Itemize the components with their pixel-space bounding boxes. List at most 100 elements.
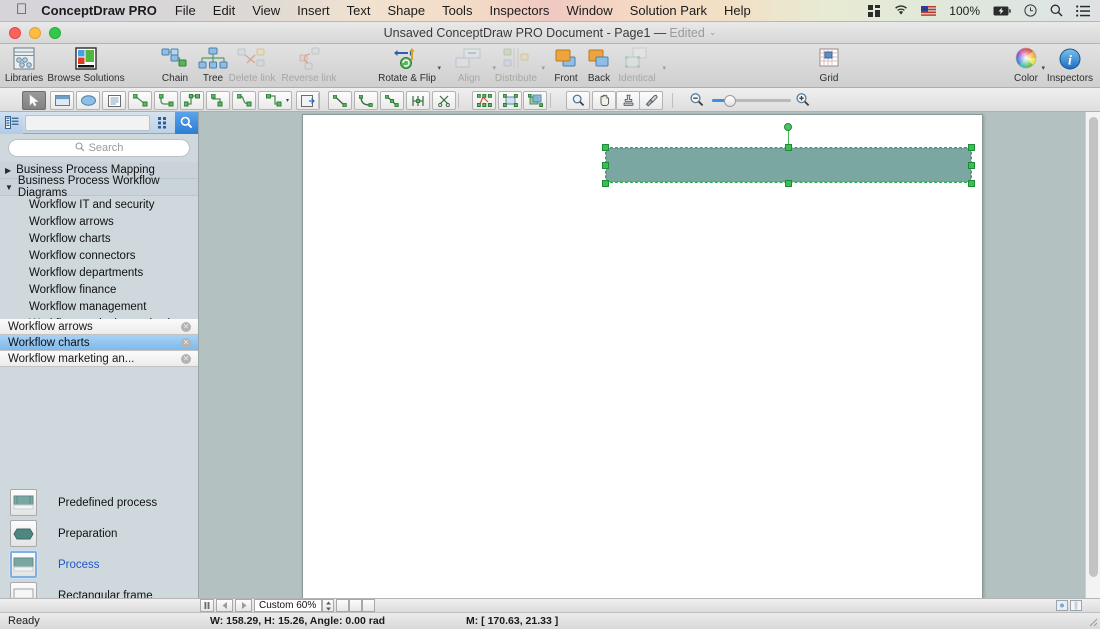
shape-item-predefined-process[interactable]: Predefined process xyxy=(0,487,198,518)
view-mode-1[interactable] xyxy=(336,599,349,612)
tree-leaf-workflow-charts[interactable]: Workflow charts xyxy=(0,230,198,247)
tree-leaf-workflow-connectors[interactable]: Workflow connectors xyxy=(0,247,198,264)
stamp-tool[interactable] xyxy=(616,91,640,110)
zoom-tool[interactable] xyxy=(566,91,590,110)
browse-solutions-button[interactable]: Browse Solutions xyxy=(43,46,129,84)
resize-handle-top-right[interactable] xyxy=(968,144,975,151)
group-tool[interactable] xyxy=(472,91,496,110)
notification-center-icon[interactable] xyxy=(1076,4,1090,17)
canvas-area[interactable] xyxy=(199,112,1100,598)
inspectors-button[interactable]: i Inspectors xyxy=(1040,46,1100,84)
menu-insert[interactable]: Insert xyxy=(297,3,330,18)
resize-handle-middle-left[interactable] xyxy=(602,162,609,169)
battery-icon[interactable] xyxy=(993,6,1011,16)
flag-icon[interactable] xyxy=(921,5,937,16)
menu-file[interactable]: File xyxy=(175,3,196,18)
bezier-tool[interactable] xyxy=(406,91,430,110)
union-tool[interactable] xyxy=(523,91,547,110)
polyline-tool[interactable] xyxy=(380,91,404,110)
apple-logo-icon[interactable]:  xyxy=(16,2,27,17)
zoom-button[interactable] xyxy=(49,27,61,39)
close-icon[interactable]: ✕ xyxy=(181,353,191,364)
document-page[interactable] xyxy=(302,114,983,598)
clock-icon[interactable] xyxy=(1024,4,1037,17)
resize-handle-middle-right[interactable] xyxy=(968,162,975,169)
smart-connector-chevron-icon[interactable]: ▾ xyxy=(286,97,289,104)
arc-tool[interactable] xyxy=(354,91,378,110)
menu-window[interactable]: Window xyxy=(566,3,612,18)
shape-item-process[interactable]: Process xyxy=(0,549,198,580)
close-icon[interactable]: ✕ xyxy=(181,321,191,332)
zoom-slider-track[interactable] xyxy=(712,94,791,107)
hand-tool[interactable] xyxy=(592,91,616,110)
rotate-flip-chevron-icon[interactable]: ▾ xyxy=(437,64,441,72)
zoom-slider-thumb[interactable] xyxy=(724,94,736,107)
resize-handle-top-left[interactable] xyxy=(602,144,609,151)
tree-leaf-workflow-arrows[interactable]: Workflow arrows xyxy=(0,213,198,230)
bottom-right-buttons[interactable] xyxy=(1056,599,1082,612)
ungroup-tool[interactable] xyxy=(498,91,522,110)
elbow-connector-tool[interactable] xyxy=(154,91,178,110)
search-button-icon[interactable] xyxy=(175,112,198,134)
zoom-in-icon[interactable] xyxy=(795,92,811,113)
ellipse-tool[interactable] xyxy=(76,91,100,110)
chevron-down-icon[interactable]: ⌄ xyxy=(709,27,717,38)
list-view-icon[interactable] xyxy=(0,112,23,134)
chevron-right-icon[interactable]: ▶ xyxy=(5,166,11,175)
canvas-vertical-scroll-thumb[interactable] xyxy=(1089,117,1098,577)
resize-handle-bottom-right[interactable] xyxy=(968,180,975,187)
resize-handle-top-center[interactable] xyxy=(785,144,792,151)
menu-solution-park[interactable]: Solution Park xyxy=(630,3,707,18)
rotate-flip-button[interactable]: Rotate & Flip ▾ xyxy=(371,46,443,84)
sidebar-path-field[interactable] xyxy=(25,114,150,131)
menu-help[interactable]: Help xyxy=(724,3,751,18)
library-tab-workflow-marketing[interactable]: Workflow marketing an... ✕ xyxy=(0,351,198,367)
grid-view-icon[interactable] xyxy=(152,112,175,134)
grid-menu-icon[interactable] xyxy=(868,4,881,17)
zoom-out-icon[interactable] xyxy=(689,92,705,113)
close-button[interactable] xyxy=(9,27,21,39)
resize-handle-bottom-center[interactable] xyxy=(785,180,792,187)
menu-shape[interactable]: Shape xyxy=(388,3,426,18)
close-icon[interactable]: ✕ xyxy=(181,337,191,348)
pause-button[interactable] xyxy=(200,599,214,612)
view-mode-3[interactable] xyxy=(362,599,375,612)
library-tab-workflow-charts[interactable]: Workflow charts ✕ xyxy=(0,335,198,351)
tree-leaf-workflow-departments[interactable]: Workflow departments xyxy=(0,264,198,281)
menu-app-name[interactable]: ConceptDraw PRO xyxy=(41,3,157,18)
next-page-button[interactable] xyxy=(235,599,252,612)
tree-connector-tool[interactable] xyxy=(180,91,204,110)
rotation-handle[interactable] xyxy=(784,123,792,131)
resize-grip-icon[interactable] xyxy=(1086,615,1098,627)
arc-connector-tool[interactable] xyxy=(232,91,256,110)
menu-tools[interactable]: Tools xyxy=(442,3,472,18)
pointer-tool[interactable] xyxy=(22,91,46,110)
chevron-down-icon[interactable]: ▼ xyxy=(5,183,13,192)
prev-page-button[interactable] xyxy=(216,599,233,612)
tree-leaf-workflow-finance[interactable]: Workflow finance xyxy=(0,281,198,298)
menu-edit[interactable]: Edit xyxy=(213,3,235,18)
curve-connector-tool[interactable] xyxy=(206,91,230,110)
smart-connector-tool[interactable]: ▾ xyxy=(258,91,292,110)
menu-view[interactable]: View xyxy=(252,3,280,18)
eyedropper-tool[interactable] xyxy=(639,91,663,110)
menu-text[interactable]: Text xyxy=(347,3,371,18)
tree-group-business-process-workflow-diagrams[interactable]: ▼ Business Process Workflow Diagrams xyxy=(0,175,198,199)
shape-item-preparation[interactable]: Preparation xyxy=(0,518,198,549)
view-mode-2[interactable] xyxy=(349,599,362,612)
minimize-button[interactable] xyxy=(29,27,41,39)
straight-connector-tool[interactable] xyxy=(128,91,152,110)
spotlight-search-icon[interactable] xyxy=(1050,4,1063,17)
line-tool[interactable] xyxy=(328,91,352,110)
resize-handle-bottom-left[interactable] xyxy=(602,180,609,187)
wifi-icon[interactable] xyxy=(894,5,908,16)
zoom-stepper[interactable] xyxy=(322,599,334,612)
tree-leaf-workflow-management[interactable]: Workflow management xyxy=(0,298,198,315)
search-input[interactable]: Search xyxy=(8,139,190,157)
grid-button[interactable]: Grid xyxy=(797,46,861,84)
rectangle-tool[interactable] xyxy=(50,91,74,110)
scissors-tool[interactable] xyxy=(432,91,456,110)
text-block-tool[interactable] xyxy=(102,91,126,110)
insert-object-tool[interactable] xyxy=(296,91,320,110)
menu-inspectors[interactable]: Inspectors xyxy=(489,3,549,18)
